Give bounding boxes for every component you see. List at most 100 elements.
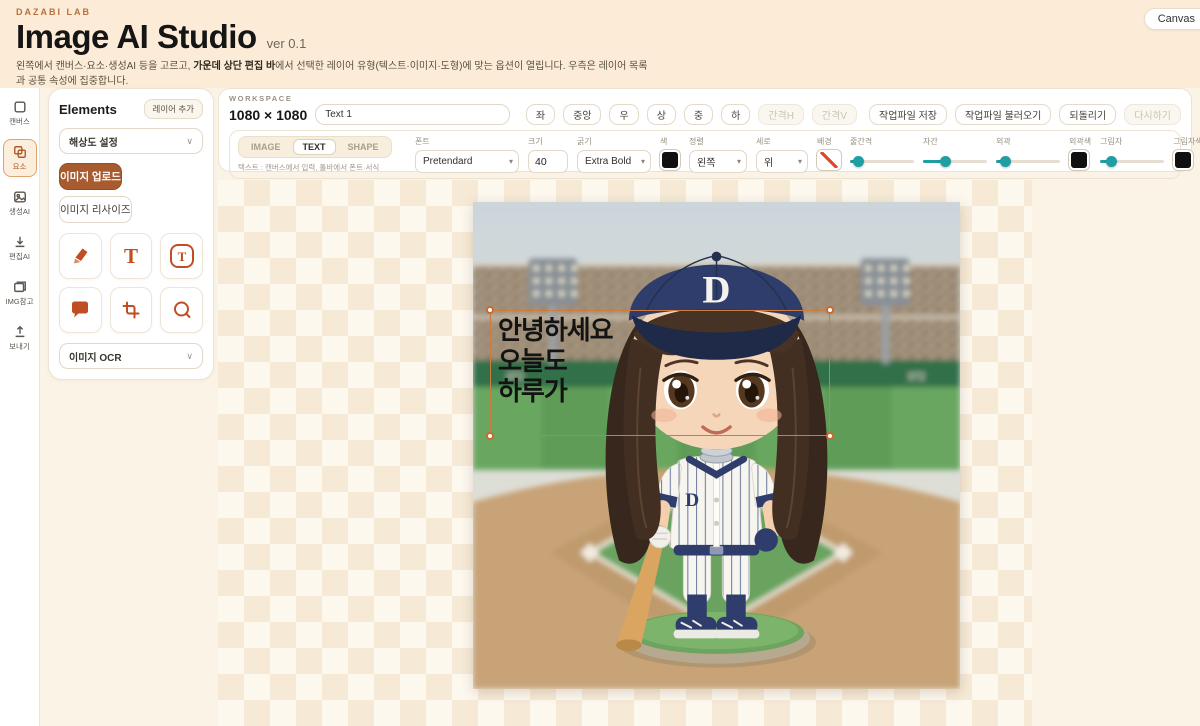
text-layer-content[interactable]: 안녕하세요 오늘도 하루가 xyxy=(498,315,613,407)
outline-control: 외곽 xyxy=(996,136,1060,173)
text-align-select[interactable]: 왼쪽 ▾ xyxy=(689,150,747,173)
workspace-label: WORKSPACE xyxy=(229,94,1181,103)
sidebar-item-img-reference[interactable]: IMG참고 xyxy=(3,274,37,312)
image-upload-button[interactable]: 이미지 업로드 xyxy=(59,163,122,190)
undo-button[interactable]: 되돌리기 xyxy=(1059,104,1116,125)
background-none-swatch[interactable] xyxy=(817,150,841,170)
align-bottom-button[interactable]: 하 xyxy=(721,104,750,125)
gap-v-button: 간격V xyxy=(812,104,857,125)
app-description: 왼쪽에서 캔버스·요소·생성AI 등을 고르고, 가운데 상단 편집 바에서 선… xyxy=(16,59,656,89)
align-right-button[interactable]: 우 xyxy=(609,104,638,125)
font-size-input[interactable] xyxy=(528,150,568,173)
speech-bubble-icon xyxy=(70,300,90,320)
shadow-control: 그림자 xyxy=(1100,136,1164,173)
svg-text:D: D xyxy=(685,490,699,511)
resolution-dropdown[interactable]: 해상도 설정 ∨ xyxy=(59,128,203,154)
toolbar-hint: 텍스트 : 캔버스에서 입력, 툴바에서 폰트·서식 xyxy=(238,162,406,173)
speech-bubble-tool[interactable] xyxy=(59,287,102,333)
page-title: Image AI Studio xyxy=(16,18,257,56)
text-color-control: 색 xyxy=(660,136,680,170)
brand-label: DAZABI LAB xyxy=(16,7,1184,17)
align-top-button[interactable]: 상 xyxy=(647,104,676,125)
layer-name-input[interactable] xyxy=(315,104,510,125)
chevron-down-icon: ▾ xyxy=(737,157,741,166)
save-project-button[interactable]: 작업파일 저장 xyxy=(869,104,947,125)
img-reference-icon xyxy=(13,280,27,294)
image-ocr-dropdown[interactable]: 이미지 OCR ∨ xyxy=(59,343,203,369)
vertical-align-control: 세로 위 ▾ xyxy=(756,136,808,173)
tab-image[interactable]: IMAGE xyxy=(241,139,291,155)
background-color-control: 배경 xyxy=(817,136,841,170)
version-label: ver 0.1 xyxy=(267,36,307,51)
tab-shape[interactable]: SHAPE xyxy=(338,139,389,155)
font-size-control: 크기 xyxy=(528,136,568,173)
sidebar-item-edit-ai[interactable]: 편집AI xyxy=(3,229,37,267)
sidebar-item-canvas[interactable]: 캔버스 xyxy=(3,94,37,132)
crop-rect-icon xyxy=(121,300,141,320)
canvas-size-label: 1080 × 1080 xyxy=(229,107,307,123)
sidebar-item-elements[interactable]: 요소 xyxy=(3,139,37,177)
chevron-down-icon: ∨ xyxy=(186,351,193,362)
elements-icon xyxy=(13,145,27,159)
sidebar-item-generate-ai[interactable]: 생성AI xyxy=(3,184,37,222)
shadow-slider[interactable] xyxy=(1100,150,1164,173)
text-layer-selection[interactable]: 안녕하세요 오늘도 하루가 xyxy=(490,310,830,436)
marker-pen-tool[interactable] xyxy=(59,233,102,279)
app: DAZABI LAB Image AI Studio ver 0.1 왼쪽에서 … xyxy=(0,0,1200,726)
shape-tool-grid: T T xyxy=(59,233,203,333)
text-align-control: 정렬 왼쪽 ▾ xyxy=(689,136,747,173)
gap-h-button: 간격H xyxy=(758,104,804,125)
letter-spacing-control: 자간 xyxy=(923,136,987,173)
layer-type-tabs: IMAGE TEXT SHAPE xyxy=(238,136,392,158)
crop-rect-tool[interactable] xyxy=(110,287,153,333)
outline-slider[interactable] xyxy=(996,150,1060,173)
text-icon: T xyxy=(124,244,138,269)
canvas-pill-button[interactable]: Canvas xyxy=(1144,8,1200,30)
font-control: 폰트 Pretendard ▾ xyxy=(415,136,519,173)
line-spacing-slider[interactable] xyxy=(850,150,914,173)
vertical-align-select[interactable]: 위 ▾ xyxy=(756,150,808,173)
font-select[interactable]: Pretendard ▾ xyxy=(415,150,519,173)
font-weight-control: 굵기 Extra Bold ▾ xyxy=(577,136,651,173)
baseball-character-image[interactable]: 372 372 xyxy=(473,202,960,689)
shadow-color-swatch[interactable] xyxy=(1173,150,1193,170)
canvas-stage[interactable]: 372 372 xyxy=(473,202,960,689)
align-center-button[interactable]: 중앙 xyxy=(563,104,601,125)
add-layer-button[interactable]: 레이어 추가 xyxy=(144,99,203,119)
edit-ai-icon xyxy=(13,235,27,249)
elements-panel-title: Elements xyxy=(59,102,117,117)
text-color-swatch[interactable] xyxy=(660,150,680,170)
shadow-color-control: 그림자색 xyxy=(1173,136,1200,170)
outline-color-swatch[interactable] xyxy=(1069,150,1089,170)
redo-button: 다시하기 xyxy=(1124,104,1181,125)
chevron-down-icon: ▾ xyxy=(509,157,513,166)
font-weight-select[interactable]: Extra Bold ▾ xyxy=(577,150,651,173)
align-left-button[interactable]: 좌 xyxy=(526,104,555,125)
text-toolbar: IMAGE TEXT SHAPE 텍스트 : 캔버스에서 입력, 툴바에서 폰트… xyxy=(229,130,1181,179)
resize-handle-bottom-right[interactable] xyxy=(826,432,834,440)
svg-text:D: D xyxy=(702,268,730,311)
canvas-icon xyxy=(13,100,27,114)
load-project-button[interactable]: 작업파일 불러오기 xyxy=(955,104,1051,125)
generate-ai-icon xyxy=(13,190,27,204)
align-middle-button[interactable]: 중 xyxy=(684,104,713,125)
resize-handle-bottom-left[interactable] xyxy=(486,432,494,440)
text-tool[interactable]: T xyxy=(110,233,153,279)
svg-text:372: 372 xyxy=(907,371,925,383)
chevron-down-icon: ▾ xyxy=(641,157,645,166)
resize-handle-top-left[interactable] xyxy=(486,306,494,314)
chevron-down-icon: ∨ xyxy=(186,136,193,147)
letter-spacing-slider[interactable] xyxy=(923,150,987,173)
sidebar-item-export[interactable]: 보내기 xyxy=(3,319,37,357)
circle-tool[interactable] xyxy=(160,287,203,333)
boxed-text-tool[interactable]: T xyxy=(160,233,203,279)
image-resize-button[interactable]: 이미지 리사이즈 xyxy=(59,196,132,223)
tab-text[interactable]: TEXT xyxy=(293,139,336,155)
workspace-card: WORKSPACE 1080 × 1080 좌 중앙 우 상 중 하 간격H 간… xyxy=(218,88,1192,172)
circle-icon xyxy=(172,300,192,320)
line-spacing-control: 줄간격 xyxy=(850,136,914,173)
canvas-checkerboard[interactable]: 372 372 xyxy=(218,180,1032,726)
resize-handle-top-right[interactable] xyxy=(826,306,834,314)
export-icon xyxy=(13,325,27,339)
left-nav-rail: 캔버스 요소 생성AI 편집AI IMG참고 보내기 xyxy=(0,88,40,726)
